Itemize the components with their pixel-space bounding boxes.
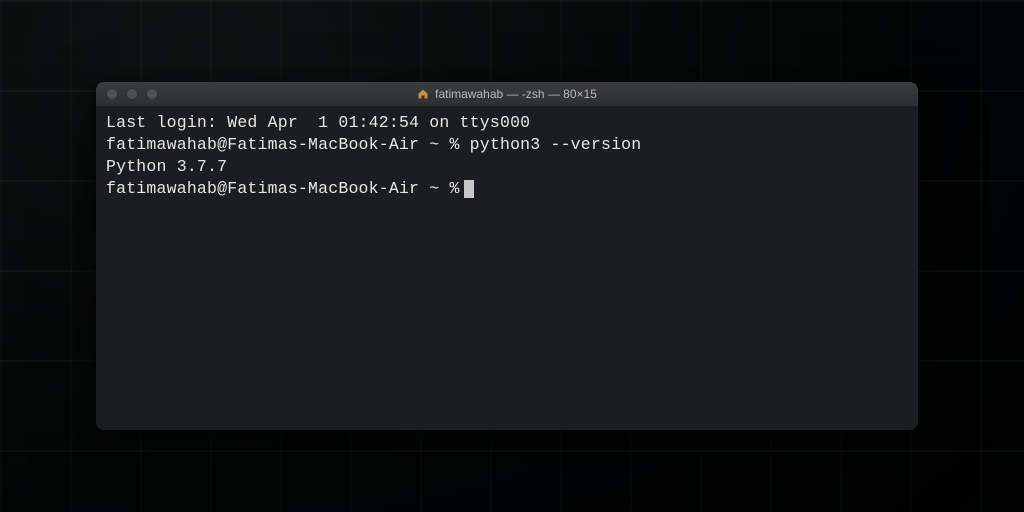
terminal-line-command: fatimawahab@Fatimas-MacBook-Air ~ % pyth… [106, 134, 908, 156]
terminal-body[interactable]: Last login: Wed Apr 1 01:42:54 on ttys00… [96, 106, 918, 430]
window-controls [96, 88, 158, 100]
home-icon [417, 88, 429, 100]
terminal-line-output: Python 3.7.7 [106, 156, 908, 178]
window-titlebar[interactable]: fatimawahab — -zsh — 80×15 [96, 82, 918, 107]
terminal-window[interactable]: fatimawahab — -zsh — 80×15 Last login: W… [96, 82, 918, 430]
close-button[interactable] [106, 88, 118, 100]
window-title: fatimawahab — -zsh — 80×15 [96, 87, 918, 101]
terminal-cursor [464, 180, 474, 198]
terminal-line-prompt[interactable]: fatimawahab@Fatimas-MacBook-Air ~ % [106, 178, 908, 200]
window-title-text: fatimawahab — -zsh — 80×15 [435, 87, 597, 101]
terminal-line-last-login: Last login: Wed Apr 1 01:42:54 on ttys00… [106, 112, 908, 134]
minimize-button[interactable] [126, 88, 138, 100]
zoom-button[interactable] [146, 88, 158, 100]
terminal-prompt-text: fatimawahab@Fatimas-MacBook-Air ~ % [106, 178, 460, 200]
